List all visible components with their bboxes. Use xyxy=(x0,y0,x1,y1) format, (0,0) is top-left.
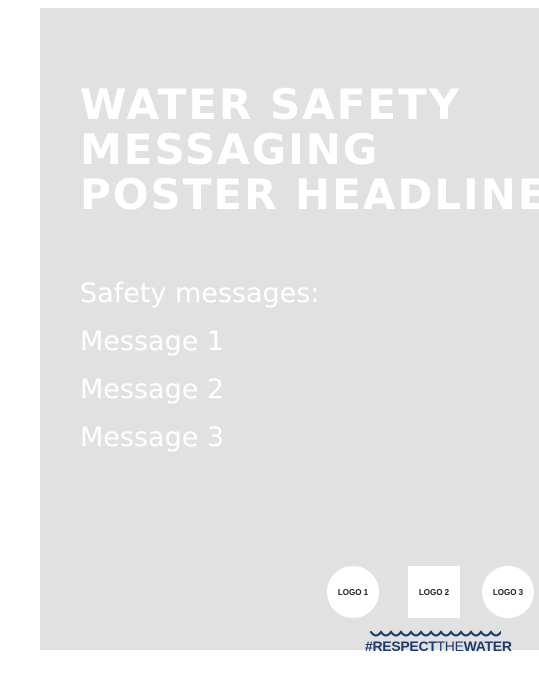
poster: WATER SAFETY MESSAGING POSTER HEADLINE S… xyxy=(40,8,539,654)
message-item-2: Message 2 xyxy=(80,374,225,405)
headline-line-2: MESSAGING xyxy=(80,125,380,174)
headline-line-3: POSTER HEADLINE xyxy=(80,170,539,219)
logo-3: LOGO 3 xyxy=(482,566,534,618)
logo-2-label: LOGO 2 xyxy=(418,587,450,597)
logo-1: LOGO 1 xyxy=(327,566,379,618)
message-item-3: Message 3 xyxy=(80,422,225,453)
safety-messages: Safety messages: Message 1 Message 2 Mes… xyxy=(80,270,319,462)
respect-the-water-brand: #RESPECTTHEWATER xyxy=(365,628,512,654)
brand-hashtag-prefix: #RESPECT xyxy=(365,638,437,654)
headline-line-1: WATER SAFETY xyxy=(80,80,462,129)
brand-hashtag: #RESPECTTHEWATER xyxy=(365,638,512,654)
brand-hashtag-middle: THE xyxy=(436,638,464,654)
safety-messages-title: Safety messages: xyxy=(80,278,320,309)
logo-3-label: LOGO 3 xyxy=(492,587,524,597)
logo-1-label: LOGO 1 xyxy=(337,587,369,597)
logo-2: LOGO 2 xyxy=(408,566,460,618)
message-item-1: Message 1 xyxy=(80,326,225,357)
brand-hashtag-suffix: WATER xyxy=(463,638,512,654)
poster-headline: WATER SAFETY MESSAGING POSTER HEADLINE xyxy=(80,82,539,217)
